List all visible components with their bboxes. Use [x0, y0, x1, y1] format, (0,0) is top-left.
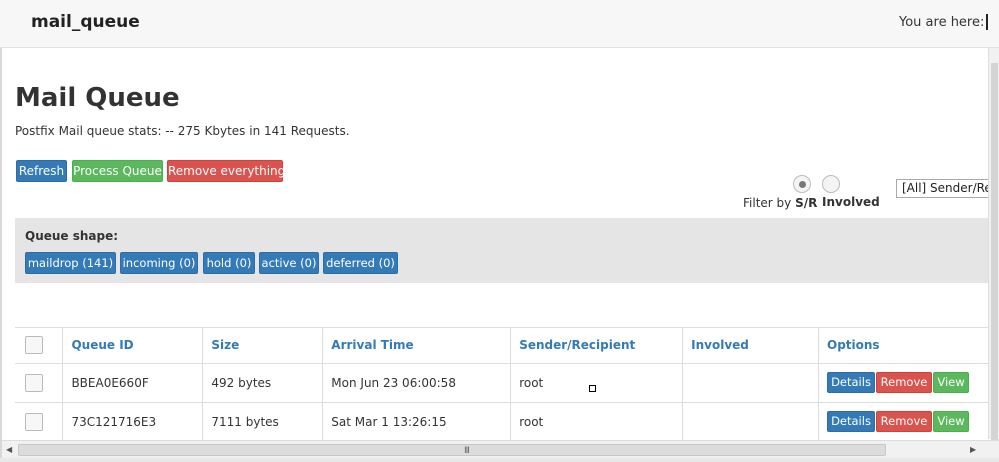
remove-button[interactable]: Remove	[876, 372, 932, 393]
queue-id-cell: BBEA0E660F	[62, 363, 204, 403]
row-checkbox[interactable]	[25, 373, 43, 392]
top-bar: mail_queue You are here:	[0, 0, 999, 48]
horizontal-scrollbar-thumb[interactable]: III	[18, 444, 886, 456]
scroll-left-arrow-icon[interactable]: ◀	[6, 445, 12, 454]
column-header-options[interactable]: Options	[818, 328, 999, 364]
queue-stats-text: Postfix Mail queue stats: -- 275 Kbytes …	[15, 124, 350, 138]
view-button[interactable]: View	[933, 372, 969, 393]
sender-recipient-cell: root	[510, 363, 684, 403]
row-select-cell	[15, 363, 64, 403]
filter-involved-label: Involved	[822, 195, 880, 209]
details-button[interactable]: Details	[827, 372, 875, 393]
table-header-row: Queue ID Size Arrival Time Sender/Recipi…	[15, 328, 999, 364]
window-bottom-edge	[0, 458, 999, 462]
involved-cell	[682, 402, 819, 440]
scroll-right-arrow-icon[interactable]: ▶	[970, 445, 976, 454]
app-title: mail_queue	[31, 12, 140, 32]
window-left-edge	[0, 0, 2, 462]
row-select-cell	[15, 402, 64, 440]
select-all-checkbox[interactable]	[25, 336, 43, 355]
select-all-cell	[15, 328, 64, 364]
queue-shape-incoming-button[interactable]: incoming (0)	[120, 252, 198, 274]
refresh-button[interactable]: Refresh	[16, 160, 67, 182]
size-cell: 7111 bytes	[202, 402, 324, 440]
arrival-time-cell: Sat Mar 1 13:26:15	[322, 402, 512, 440]
queue-table-container: Queue ID Size Arrival Time Sender/Recipi…	[15, 327, 999, 440]
options-cell: Details Remove View	[818, 363, 999, 403]
scrollbar-grip: III	[464, 446, 470, 456]
involved-cell	[682, 363, 819, 403]
filter-prefix: Filter by	[743, 196, 792, 210]
breadcrumb: You are here:	[899, 15, 985, 30]
row-checkbox[interactable]	[25, 412, 43, 431]
horizontal-scrollbar[interactable]: ◀ III ▶	[2, 440, 999, 458]
remove-button[interactable]: Remove	[876, 411, 932, 432]
vertical-scrollbar-thumb[interactable]	[991, 63, 998, 462]
queue-shape-maildrop-button[interactable]: maildrop (141)	[25, 252, 116, 274]
size-cell: 492 bytes	[202, 363, 324, 403]
table-row: 73C121716E3 7111 bytes Sat Mar 1 13:26:1…	[15, 402, 999, 440]
filter-sr-label: S/R	[795, 196, 818, 210]
options-cell: Details Remove View	[818, 402, 999, 440]
queue-shape-deferred-button[interactable]: deferred (0)	[323, 252, 398, 274]
queue-shape-active-button[interactable]: active (0)	[259, 252, 319, 274]
queue-shape-hold-button[interactable]: hold (0)	[203, 252, 255, 274]
vertical-scrollbar[interactable]	[988, 48, 999, 462]
column-header-sender-recipient[interactable]: Sender/Recipient	[510, 328, 684, 364]
arrival-time-cell: Mon Jun 23 06:00:58	[322, 363, 512, 403]
filter-sr-radio[interactable]	[793, 175, 811, 193]
queue-table: Queue ID Size Arrival Time Sender/Recipi…	[15, 328, 999, 440]
filter-involved-radio[interactable]	[822, 175, 840, 193]
column-header-involved[interactable]: Involved	[682, 328, 819, 364]
queue-id-cell: 73C121716E3	[62, 402, 204, 440]
process-queue-button[interactable]: Process Queue	[72, 160, 163, 182]
column-header-size[interactable]: Size	[202, 328, 324, 364]
view-button[interactable]: View	[933, 411, 969, 432]
filter-by-label: Filter by S/R	[743, 196, 817, 210]
filter-select[interactable]: [All] Sender/Recipient	[896, 179, 999, 198]
queue-shape-panel: Queue shape: maildrop (141) incoming (0)…	[15, 218, 999, 283]
page-title: Mail Queue	[15, 83, 180, 113]
details-button[interactable]: Details	[827, 411, 875, 432]
remove-everything-button[interactable]: Remove everything	[167, 160, 285, 182]
queue-shape-label: Queue shape:	[25, 229, 119, 243]
sender-recipient-cell: root	[510, 402, 684, 440]
breadcrumb-separator	[986, 14, 988, 30]
column-header-queue-id[interactable]: Queue ID	[62, 328, 204, 364]
mouse-cursor-icon	[589, 385, 596, 392]
column-header-arrival-time[interactable]: Arrival Time	[322, 328, 512, 364]
table-row: BBEA0E660F 492 bytes Mon Jun 23 06:00:58…	[15, 363, 999, 403]
